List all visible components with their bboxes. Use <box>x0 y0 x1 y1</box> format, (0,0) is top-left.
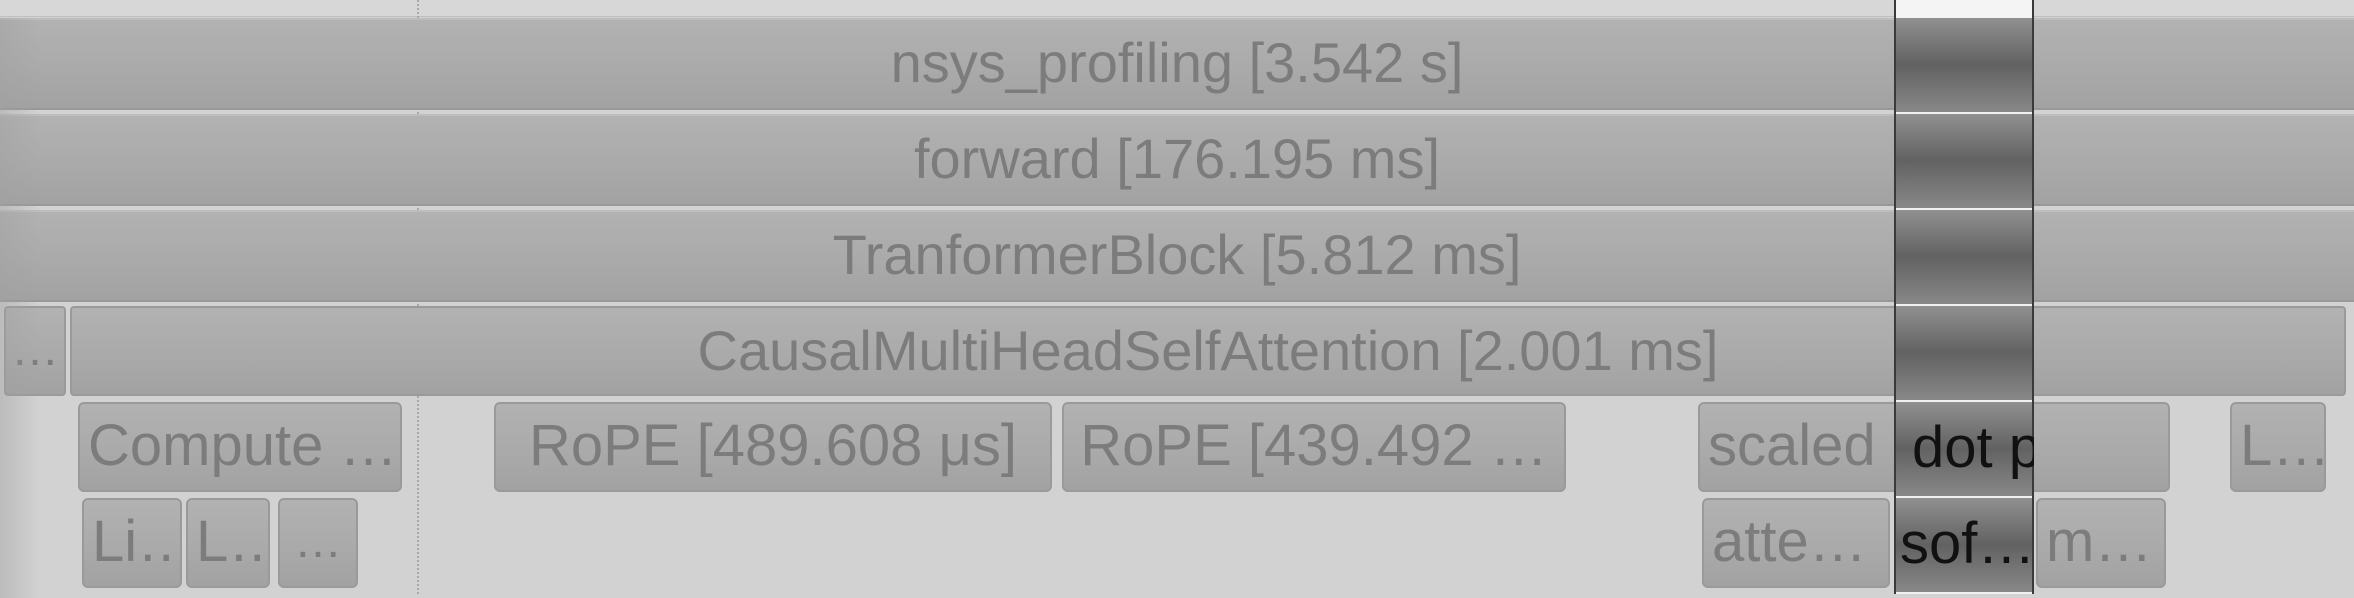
nvtx-range-li[interactable]: Li… <box>82 498 182 588</box>
nvtx-range-l[interactable]: L… <box>186 498 270 588</box>
selected-segment-row2 <box>1896 114 2032 210</box>
nvtx-range-ellipsis[interactable]: … <box>278 498 358 588</box>
nvtx-range-rope-2[interactable]: RoPE [439.492 … <box>1062 402 1566 492</box>
nvtx-range-last[interactable]: L… <box>2230 402 2326 492</box>
nvtx-range-atte[interactable]: atte… <box>1702 498 1890 588</box>
selected-label-dot-product: dot pro… <box>1912 415 2034 480</box>
selected-segment-row1 <box>1896 18 2032 114</box>
selected-segment-row3 <box>1896 210 2032 306</box>
nvtx-range-rope-1[interactable]: RoPE [489.608 μs] <box>494 402 1052 492</box>
selected-label-softmax: sof… <box>1900 511 2034 576</box>
nvtx-range-compute[interactable]: Compute … <box>78 402 402 492</box>
nvtx-range-m[interactable]: m… <box>2036 498 2166 588</box>
nvtx-range-truncated-prefix[interactable]: … <box>4 306 66 396</box>
selected-segment-row4 <box>1896 306 2032 402</box>
